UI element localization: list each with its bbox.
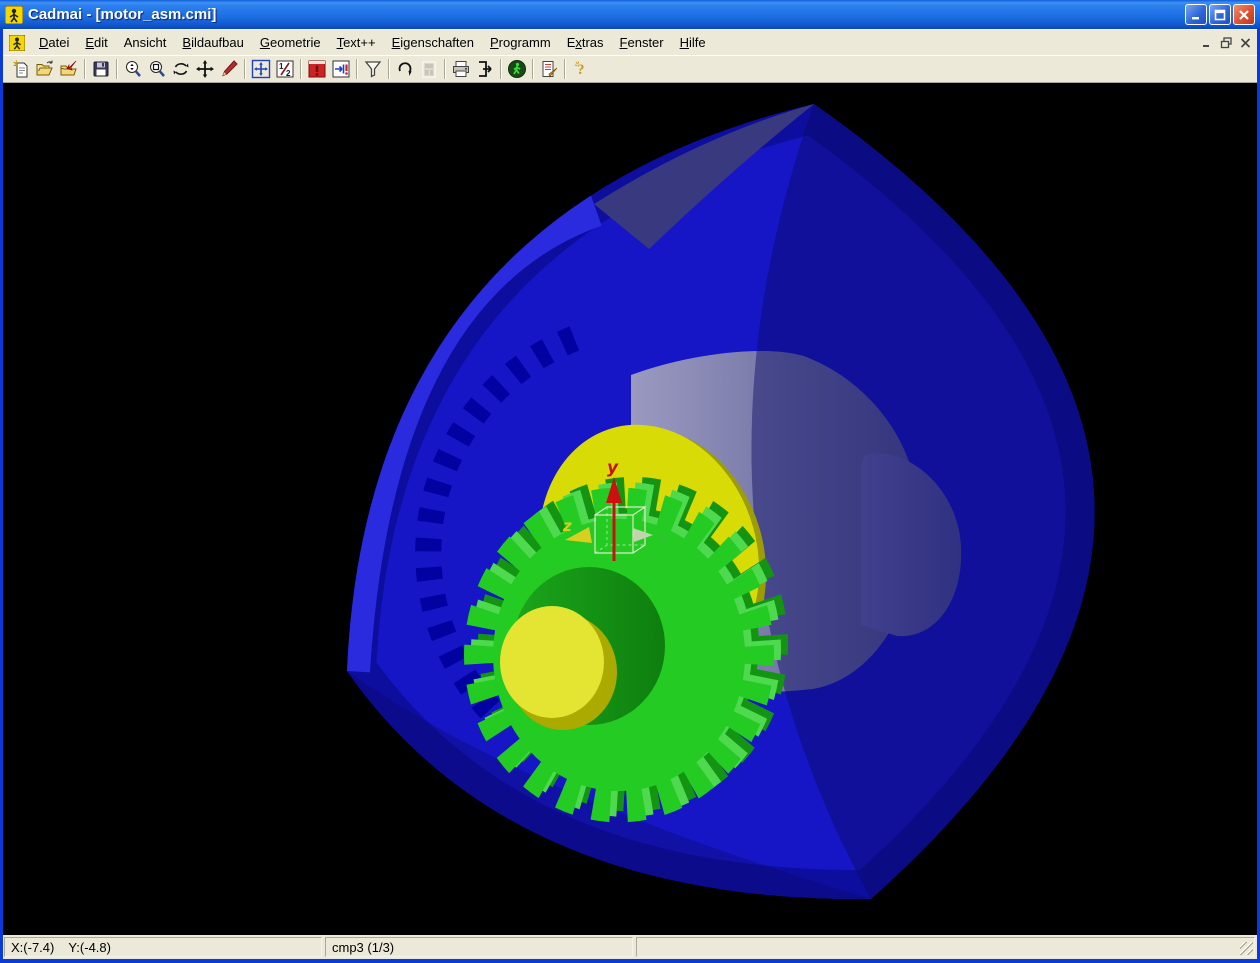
mdi-close-icon: [1239, 37, 1252, 49]
help-button[interactable]: ?: [569, 57, 593, 81]
window-title: Cadmai - [motor_asm.cmi]: [28, 6, 1183, 23]
toolbar-separator: [388, 59, 390, 79]
import-folder-icon: [59, 59, 79, 79]
mdi-minimize-icon: [1201, 37, 1214, 49]
save-floppy-icon: [91, 59, 111, 79]
menu-text-plus-plus[interactable]: Text++: [329, 32, 384, 53]
maximize-icon: [1214, 9, 1226, 21]
menu-bar: Datei Edit Ansicht Bildaufbau Geometrie …: [3, 29, 1257, 55]
document-icon[interactable]: [9, 35, 25, 51]
filter-button[interactable]: [361, 57, 385, 81]
status-bar: X:(-7.4) Y:(-4.8) cmp3 (1/3): [3, 935, 1257, 959]
toolbar-separator: [300, 59, 302, 79]
zoom-window-icon: [147, 59, 167, 79]
mdi-restore-button[interactable]: [1217, 34, 1236, 51]
export-icon: [475, 59, 495, 79]
report-edit-button[interactable]: [537, 57, 561, 81]
status-component: cmp3 (1/3): [332, 940, 394, 955]
minimize-button[interactable]: [1185, 4, 1207, 25]
menu-datei[interactable]: Datei: [31, 32, 77, 53]
app-icon: [5, 6, 23, 24]
svg-text:2: 2: [286, 69, 291, 78]
maximize-button[interactable]: [1209, 4, 1231, 25]
menu-edit[interactable]: Edit: [77, 32, 115, 53]
z-axis-label: z: [562, 517, 572, 535]
menu-bildaufbau[interactable]: Bildaufbau: [174, 32, 251, 53]
window-bottom-border: [0, 959, 1260, 963]
menu-extras[interactable]: Extras: [559, 32, 612, 53]
open-file-button[interactable]: [33, 57, 57, 81]
close-button[interactable]: [1233, 4, 1255, 25]
menu-hilfe[interactable]: Hilfe: [672, 32, 714, 53]
zoom-window-button[interactable]: [145, 57, 169, 81]
export-button[interactable]: [473, 57, 497, 81]
rotate-view-icon: [171, 59, 191, 79]
app-window: Cadmai - [motor_asm.cmi] Datei Edit Ansi…: [0, 0, 1260, 963]
step-mode-button[interactable]: [329, 57, 353, 81]
print-button[interactable]: [449, 57, 473, 81]
toolbar-separator: [244, 59, 246, 79]
x-axis-label: x: [657, 531, 667, 546]
status-message-panel: [636, 937, 1255, 957]
resize-grip[interactable]: [1240, 942, 1253, 955]
filter-funnel-icon: [363, 59, 383, 79]
toolbar-separator: [532, 59, 534, 79]
toolbar-separator: [116, 59, 118, 79]
cad-scene: y z x: [3, 83, 1257, 935]
viewport-3d[interactable]: y z x: [3, 83, 1257, 935]
toolbar-separator: [356, 59, 358, 79]
run-program-button[interactable]: [505, 57, 529, 81]
svg-text:1: 1: [279, 62, 284, 71]
mdi-minimize-button[interactable]: [1198, 34, 1217, 51]
toolbar-separator: [564, 59, 566, 79]
toolbar-separator: [500, 59, 502, 79]
mdi-restore-icon: [1220, 37, 1233, 49]
new-document-button[interactable]: [9, 57, 33, 81]
svg-text:?: ?: [577, 62, 585, 78]
save-file-button[interactable]: [89, 57, 113, 81]
status-coordinates-panel: X:(-7.4) Y:(-4.8): [4, 937, 322, 957]
zoom-dynamic-icon: [123, 59, 143, 79]
minimize-icon: [1190, 9, 1202, 21]
toolbar-separator: [84, 59, 86, 79]
status-y-coordinate: Y:(-4.8): [68, 940, 111, 955]
pen-icon: [219, 59, 239, 79]
clipboard-disabled-icon: [419, 59, 439, 79]
toolbar-separator: [444, 59, 446, 79]
printer-icon: [451, 59, 471, 79]
import-file-button[interactable]: [57, 57, 81, 81]
report-pen-icon: [539, 59, 559, 79]
scale-half-icon: 1 2: [275, 59, 295, 79]
pan-view-button[interactable]: [193, 57, 217, 81]
menu-geometrie[interactable]: Geometrie: [252, 32, 329, 53]
zoom-scale-half-button[interactable]: 1 2: [273, 57, 297, 81]
open-folder-icon: [35, 59, 55, 79]
pan-view-icon: [195, 59, 215, 79]
mdi-close-button[interactable]: [1236, 34, 1255, 51]
refresh-icon: [395, 59, 415, 79]
menu-fenster[interactable]: Fenster: [612, 32, 672, 53]
rotate-view-button[interactable]: [169, 57, 193, 81]
abort-button[interactable]: [305, 57, 329, 81]
title-bar: Cadmai - [motor_asm.cmi]: [0, 0, 1260, 29]
help-icon: ?: [571, 59, 591, 79]
menu-programm[interactable]: Programm: [482, 32, 559, 53]
zoom-fit-button[interactable]: [249, 57, 273, 81]
y-axis-label: y: [607, 458, 619, 478]
walking-man-icon: [507, 59, 527, 79]
toolbar: 1 2: [3, 55, 1257, 83]
step-exclaim-icon: [331, 59, 351, 79]
zoom-fit-icon: [251, 59, 271, 79]
menu-ansicht[interactable]: Ansicht: [116, 32, 175, 53]
abort-icon: [307, 59, 327, 79]
refresh-view-button[interactable]: [393, 57, 417, 81]
status-x-coordinate: X:(-7.4): [11, 940, 54, 955]
zoom-dynamic-button[interactable]: [121, 57, 145, 81]
menu-eigenschaften[interactable]: Eigenschaften: [384, 32, 482, 53]
status-component-panel: cmp3 (1/3): [325, 937, 633, 957]
new-document-icon: [11, 59, 31, 79]
redline-pen-button[interactable]: [217, 57, 241, 81]
close-icon: [1238, 9, 1250, 21]
clipboard-disabled-button[interactable]: [417, 57, 441, 81]
